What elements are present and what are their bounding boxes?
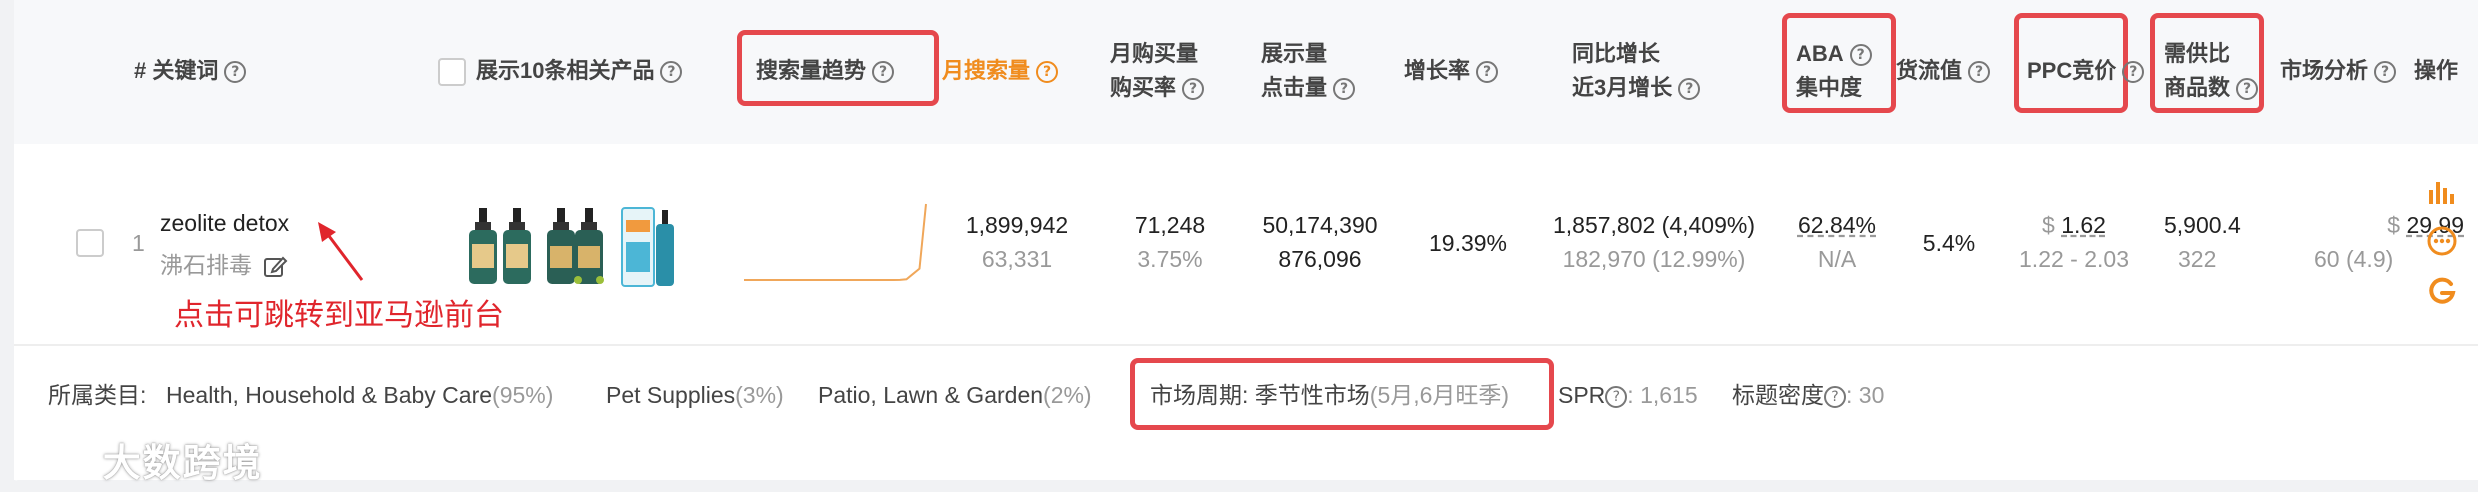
help-circle-icon[interactable]: ?	[224, 61, 247, 84]
category-1[interactable]: Health, Household & Baby Care(95%)	[166, 378, 553, 412]
header-keyword: # 关键词?	[134, 54, 247, 88]
help-circle-icon[interactable]: ?	[1605, 385, 1628, 408]
product-image[interactable]	[500, 208, 534, 286]
help-circle-icon[interactable]: ?	[1333, 78, 1356, 101]
row-index: 1	[132, 230, 145, 256]
yoy-value: 1,857,802 (4,409%)	[1552, 212, 1756, 238]
aba-sub: N/A	[1817, 246, 1857, 272]
header-growth[interactable]: 增长率?	[1404, 54, 1499, 88]
show-products-checkbox[interactable]	[438, 58, 466, 86]
help-circle-icon[interactable]: ?	[1678, 78, 1701, 101]
product-thumbnails[interactable]	[450, 196, 690, 292]
title-density-label: 标题密度	[1732, 382, 1824, 408]
ppc-currency: $	[2042, 212, 2055, 238]
help-circle-icon[interactable]: ?	[2236, 78, 2259, 101]
category-2-pct: (3%)	[735, 382, 784, 408]
header-aba-concentration[interactable]: 集中度	[1796, 71, 1862, 105]
keyword-link[interactable]: zeolite detox	[160, 206, 289, 240]
bar-chart-icon[interactable]	[2426, 178, 2456, 206]
category-2-name: Pet Supplies	[606, 382, 736, 408]
header-ppc[interactable]: PPC竞价?	[2027, 54, 2145, 88]
row-checkbox[interactable]	[76, 229, 104, 257]
help-circle-icon[interactable]: ?	[1036, 61, 1059, 84]
watermark-icon	[14, 449, 90, 481]
header-product-count[interactable]: 商品数?	[2164, 71, 2259, 105]
more-icon[interactable]	[2427, 226, 2457, 256]
market-cycle: 市场周期: 季节性市场(5月,6月旺季)	[1150, 378, 1509, 412]
goods-value: 5.4%	[1922, 230, 1976, 256]
help-circle-icon[interactable]: ?	[660, 61, 683, 84]
monthly-search-sub: 63,331	[981, 246, 1053, 272]
help-circle-icon[interactable]: ?	[1824, 385, 1846, 408]
spr-label: SPR	[1558, 382, 1606, 408]
header-aba[interactable]: ABA?	[1796, 37, 1872, 71]
header-search-trend[interactable]: 搜索量趋势?	[756, 54, 895, 88]
category-1-name: Health, Household & Baby Care	[166, 382, 493, 408]
category-3-pct: (2%)	[1043, 382, 1092, 408]
market-currency: $	[2387, 212, 2401, 238]
header-clicks[interactable]: 点击量?	[1261, 71, 1356, 105]
product-image[interactable]	[572, 208, 606, 286]
monthly-buy-value: 71,248	[1134, 212, 1206, 238]
recent3-value: 182,970 (12.99%)	[1562, 246, 1746, 272]
help-circle-icon[interactable]: ?	[872, 61, 895, 84]
category-1-pct: (95%)	[492, 382, 554, 408]
help-circle-icon[interactable]: ?	[2374, 61, 2397, 84]
header-market[interactable]: 市场分析?	[2280, 54, 2397, 88]
watermark-logo: 大数跨境	[12, 432, 263, 487]
category-3-name: Patio, Lawn & Garden	[818, 382, 1044, 408]
product-count-value: 322	[2178, 246, 2217, 272]
spr: SPR?: 1,615	[1558, 378, 1698, 412]
monthly-search-value: 1,899,942	[965, 212, 1069, 238]
header-monthly-search[interactable]: 月搜索量?	[942, 54, 1059, 88]
category-3[interactable]: Patio, Lawn & Garden(2%)	[818, 378, 1092, 412]
help-circle-icon[interactable]: ?	[2122, 61, 2145, 84]
header-monthly-buy[interactable]: 月购买量	[1110, 37, 1198, 71]
keyword-table-panel: # 关键词? 展示10条相关产品? 搜索量趋势? 月搜索量? 月购买量 购买率?…	[14, 0, 2478, 480]
title-density: 标题密度?: 30	[1732, 378, 1884, 412]
product-image[interactable]	[466, 208, 500, 286]
header-ops: 操作	[2414, 58, 2459, 83]
ppc-amount: 1.62	[2061, 212, 2106, 238]
title-density-value: : 30	[1846, 382, 1885, 408]
edit-icon[interactable]	[262, 254, 288, 280]
growth-value: 19.39%	[1428, 230, 1507, 256]
help-circle-icon[interactable]: ?	[1476, 61, 1499, 84]
table-header: # 关键词? 展示10条相关产品? 搜索量趋势? 月搜索量? 月购买量 购买率?…	[14, 0, 2478, 144]
market-cycle-label: 市场周期: 季节性市场	[1150, 382, 1370, 408]
header-supply-ratio[interactable]: 需供比	[2164, 37, 2230, 71]
search-trend-sparkline[interactable]	[740, 196, 930, 288]
trend-line	[744, 203, 927, 281]
product-image[interactable]	[620, 202, 676, 290]
category-label: 所属类目:	[48, 382, 147, 408]
clicks-value: 876,096	[1278, 246, 1362, 272]
spr-value: : 1,615	[1627, 382, 1698, 408]
keyword-translation: 沸石排毒	[160, 252, 252, 278]
header-yoy[interactable]: 同比增长	[1572, 37, 1660, 71]
header-buy-rate[interactable]: 购买率?	[1110, 71, 1205, 105]
annotation-text: 点击可跳转到亚马逊前台	[174, 299, 504, 332]
ppc-range: 1.22 - 2.03	[2019, 246, 2129, 272]
help-circle-icon[interactable]: ?	[1182, 78, 1205, 101]
help-circle-icon[interactable]: ?	[1968, 61, 1991, 84]
ppc-value[interactable]: $ 1.62	[2004, 208, 2144, 242]
row-divider	[14, 344, 2478, 346]
header-display[interactable]: 展示量	[1261, 37, 1327, 71]
help-circle-icon[interactable]: ?	[1849, 44, 1872, 67]
display-value: 50,174,390	[1262, 212, 1378, 238]
header-goods-value[interactable]: 货流值?	[1896, 54, 1991, 88]
aba-value[interactable]: 62.84%	[1780, 208, 1894, 242]
annotation-arrow-icon	[318, 222, 364, 281]
header-show-products: 展示10条相关产品?	[476, 54, 683, 88]
google-icon[interactable]	[2427, 276, 2457, 306]
market-cycle-note: (5月,6月旺季)	[1369, 382, 1510, 408]
category-2[interactable]: Pet Supplies(3%)	[606, 378, 784, 412]
header-recent3[interactable]: 近3月增长?	[1572, 71, 1701, 105]
supply-ratio-value: 5,900.4	[2164, 212, 2241, 238]
buy-rate-value: 3.75%	[1137, 246, 1203, 272]
